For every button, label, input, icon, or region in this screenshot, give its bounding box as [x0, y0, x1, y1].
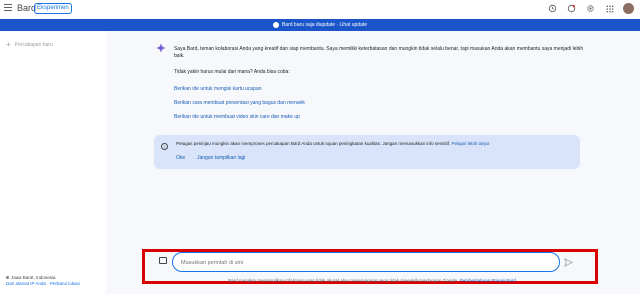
ip-location-link[interactable]: Dari alamat IP Anda [6, 281, 46, 286]
top-bar: Bard Eksperimen [0, 0, 640, 18]
sparkle-icon [156, 43, 166, 53]
history-icon[interactable] [547, 3, 558, 14]
suggestion-link[interactable]: Berikan ide untuk mengisi kartu ucapan [174, 86, 262, 92]
sidebar: + Percakapan baru Jawa Barat, Indonesia … [0, 31, 106, 294]
location-dot-icon [6, 276, 9, 279]
new-chat-label: Percakapan baru [14, 41, 53, 48]
top-icons [547, 3, 634, 14]
avatar[interactable] [623, 3, 634, 14]
notice-body: Petugas peninjau mungkin akan memproses … [176, 141, 451, 146]
suggestion-link[interactable]: Berikan cara membuat presentasi yang bag… [174, 100, 305, 106]
location-text: Jawa Barat, Indonesia [11, 275, 56, 280]
dont-show-again-button[interactable]: Jangan tampilkan lagi [197, 155, 245, 161]
update-banner[interactable]: Bard baru saja diupdate · Lihat update [0, 19, 640, 31]
prompt-input-container[interactable] [172, 252, 560, 272]
extensions-icon[interactable] [566, 3, 577, 14]
experiment-badge: Eksperimen [34, 3, 72, 14]
response-text: Saya Bard, teman kolaborasi Anda yang kr… [174, 46, 584, 59]
image-upload-icon[interactable] [159, 257, 167, 264]
menu-icon[interactable] [4, 4, 12, 13]
response-question: Tidak yakin harus mulai dari mana? Anda … [174, 69, 290, 75]
chat-area: Saya Bard, teman kolaborasi Anda yang kr… [106, 31, 640, 294]
new-chat-button[interactable]: + Percakapan baru [6, 40, 53, 49]
info-icon [272, 22, 279, 28]
privacy-icon: i [161, 143, 168, 150]
ok-button[interactable]: Oke [176, 155, 185, 161]
banner-text: Bard baru saja diupdate · Lihat update [281, 22, 368, 28]
send-icon[interactable] [564, 258, 574, 267]
suggestion-link[interactable]: Berikan ide untuk membuat video skin car… [174, 114, 300, 120]
apps-icon[interactable] [604, 3, 615, 14]
settings-icon[interactable] [585, 3, 596, 14]
location-info: Jawa Barat, Indonesia Dari alamat IP And… [6, 275, 80, 287]
plus-icon: + [6, 40, 11, 49]
disclaimer: Bard mungkin menampilkan informasi yang … [212, 278, 532, 283]
update-location-link[interactable]: Perbarui lokasi [50, 281, 80, 286]
learn-more-link[interactable]: Pelajari lebih lanjut [451, 141, 489, 146]
privacy-link[interactable]: Pemberitahuan Privasi Bard [460, 278, 516, 283]
prompt-input[interactable] [181, 257, 551, 268]
disclaimer-text: Bard mungkin menampilkan informasi yang … [228, 278, 459, 283]
notice-text: Petugas peninjau mungkin akan memproses … [176, 141, 576, 147]
privacy-notice: i Petugas peninjau mungkin akan memprose… [154, 135, 580, 169]
